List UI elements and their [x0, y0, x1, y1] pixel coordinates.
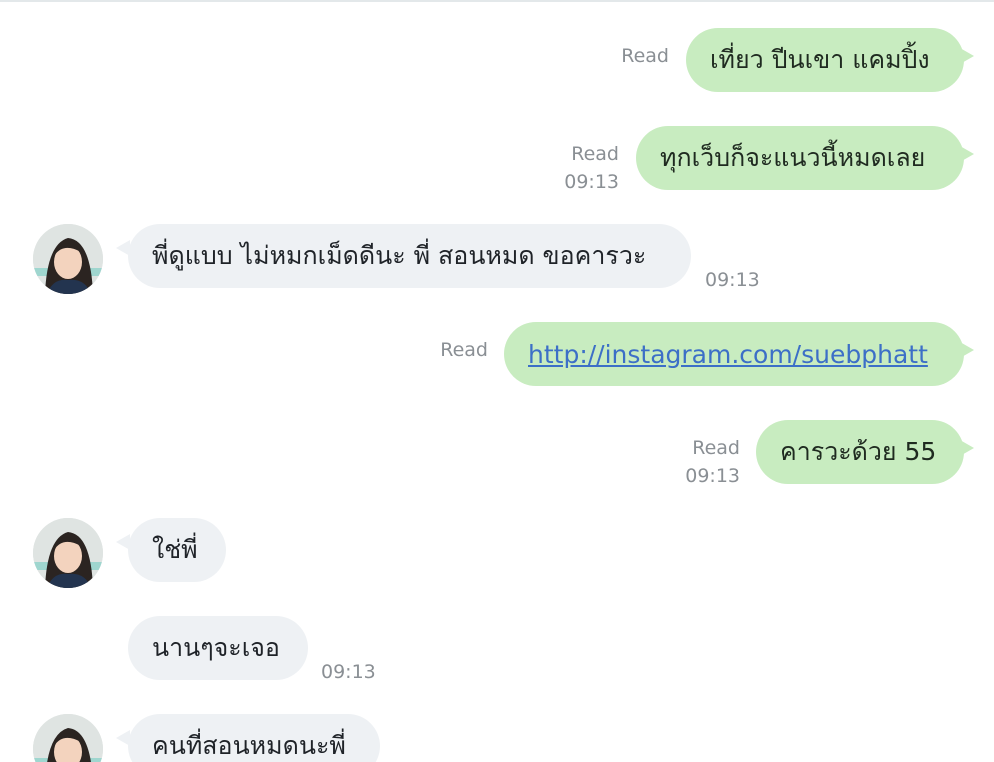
- avatar[interactable]: [33, 224, 103, 294]
- message-text: คนที่สอนหมดนะพี่: [152, 731, 346, 760]
- contact-avatar-icon: [33, 714, 103, 762]
- avatar[interactable]: [33, 714, 103, 762]
- incoming-message[interactable]: คนที่สอนหมดนะพี่: [116, 714, 380, 762]
- message-text: ทุกเว็บก็จะแนวนี้หมดเลย: [660, 143, 926, 172]
- message-time: 09:13: [685, 465, 740, 487]
- read-receipt: Read: [621, 45, 669, 67]
- read-receipt: Read: [440, 339, 488, 361]
- message-time: 09:13: [564, 171, 619, 193]
- outgoing-message[interactable]: คารวะด้วย 55: [756, 420, 974, 484]
- incoming-message[interactable]: พี่ดูแบบ ไม่หมกเม็ดดีนะ พี่ สอนหมด ขอคาร…: [116, 224, 691, 288]
- message-link[interactable]: http://instagram.com/suebphatt: [528, 340, 928, 369]
- avatar[interactable]: [33, 518, 103, 588]
- outgoing-message[interactable]: ทุกเว็บก็จะแนวนี้หมดเลย: [636, 126, 974, 190]
- contact-avatar-icon: [33, 224, 103, 294]
- outgoing-message[interactable]: เที่ยว ปีนเขา แคมปิ้ง: [686, 28, 974, 92]
- incoming-message[interactable]: นานๆจะเจอ: [128, 616, 308, 680]
- message-text: คารวะด้วย 55: [780, 437, 937, 466]
- message-text: พี่ดูแบบ ไม่หมกเม็ดดีนะ พี่ สอนหมด ขอคาร…: [152, 241, 647, 270]
- message-text: นานๆจะเจอ: [152, 633, 280, 662]
- contact-avatar-icon: [33, 518, 103, 588]
- read-receipt: Read 09:13: [685, 434, 740, 490]
- outgoing-message[interactable]: http://instagram.com/suebphatt: [504, 322, 974, 386]
- incoming-message[interactable]: ใช่พี่: [116, 518, 226, 582]
- message-text: ใช่พี่: [152, 535, 198, 564]
- chat-thread[interactable]: Read เที่ยว ปีนเขา แคมปิ้ง Read 09:13 ทุ…: [0, 0, 994, 762]
- message-time: 09:13: [321, 661, 376, 683]
- message-text: เที่ยว ปีนเขา แคมปิ้ง: [710, 45, 930, 74]
- read-receipt: Read 09:13: [564, 140, 619, 196]
- message-time: 09:13: [705, 269, 760, 291]
